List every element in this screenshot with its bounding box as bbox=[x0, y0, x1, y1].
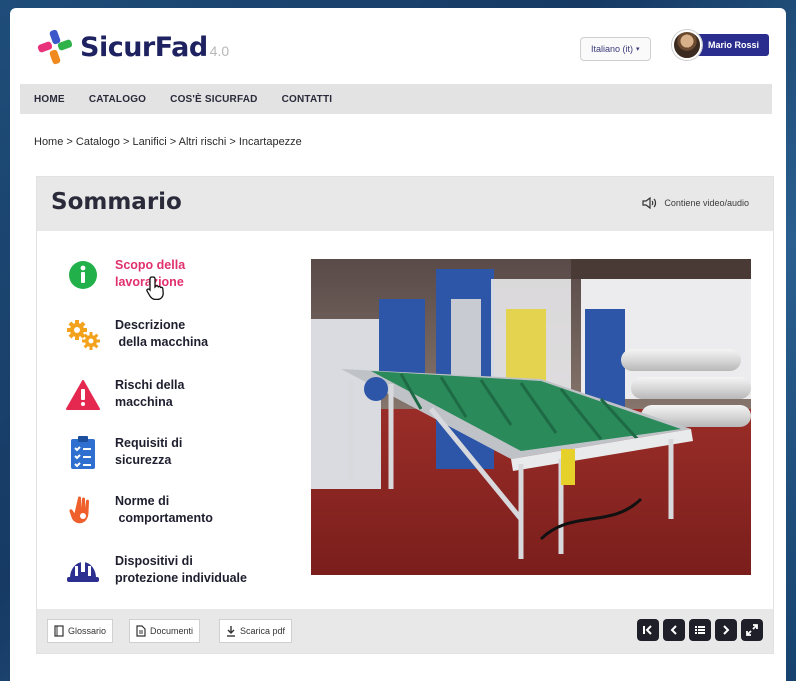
nav-item-contatti[interactable]: CONTATTI bbox=[282, 94, 333, 105]
menu-label-requisiti: Requisiti di sicurezza bbox=[115, 436, 183, 467]
documents-label: Documenti bbox=[150, 626, 194, 636]
menu-item-rischi[interactable]: Rischi della macchina bbox=[65, 377, 305, 427]
index-button[interactable] bbox=[689, 619, 711, 641]
panel-title: Sommario bbox=[51, 189, 182, 215]
menu-item-scopo[interactable]: Scopo della lavorazione bbox=[65, 257, 305, 307]
nav-item-catalogo[interactable]: CATALOGO bbox=[89, 94, 146, 105]
nav-item-cos-e-sicurfad[interactable]: COS'È SICURFAD bbox=[170, 94, 257, 105]
fullscreen-icon bbox=[746, 624, 758, 636]
top-bar: SicurFad 4.0 Italiano (it) ▾ Mario Rossi bbox=[10, 8, 786, 86]
menu-label-dpi: Dispositivi di protezione individuale bbox=[115, 554, 247, 585]
panel-header: Sommario Contiene video/audio bbox=[37, 177, 773, 231]
document-icon bbox=[136, 625, 146, 637]
list-icon bbox=[695, 626, 705, 634]
warning-icon bbox=[65, 377, 101, 413]
download-label: Scarica pdf bbox=[240, 626, 286, 636]
language-selector[interactable]: Italiano (it) ▾ bbox=[580, 37, 651, 61]
avatar bbox=[672, 30, 702, 60]
chevron-right-icon bbox=[723, 625, 730, 635]
machine-photo bbox=[311, 259, 751, 575]
navigation-controls bbox=[633, 619, 763, 641]
menu-label-norme: Norme di comportamento bbox=[115, 494, 213, 525]
download-pdf-button[interactable]: Scarica pdf bbox=[219, 619, 293, 643]
language-label: Italiano (it) bbox=[591, 44, 634, 54]
sicurfad-logo-icon bbox=[36, 28, 74, 66]
app-window: SicurFad 4.0 Italiano (it) ▾ Mario Rossi… bbox=[10, 8, 786, 681]
main-nav: HOME CATALOGO COS'È SICURFAD CONTATTI bbox=[20, 84, 772, 114]
chevron-left-icon bbox=[670, 625, 677, 635]
download-icon bbox=[227, 626, 235, 637]
next-button[interactable] bbox=[715, 619, 737, 641]
menu-label-descrizione: Descrizione della macchina bbox=[115, 318, 209, 349]
checklist-icon bbox=[65, 435, 101, 471]
panel-footer: Glossario Documenti Scarica pdf bbox=[37, 609, 773, 653]
user-menu[interactable]: Mario Rossi bbox=[672, 30, 770, 60]
book-icon bbox=[54, 625, 64, 637]
media-note: Contiene video/audio bbox=[642, 197, 749, 209]
hand-cursor-icon bbox=[145, 275, 169, 306]
first-page-icon bbox=[643, 625, 652, 635]
previous-button[interactable] bbox=[663, 619, 685, 641]
gears-icon bbox=[65, 317, 101, 353]
documents-button[interactable]: Documenti bbox=[129, 619, 201, 643]
breadcrumb[interactable]: Home > Catalogo > Lanifici > Altri risch… bbox=[34, 136, 302, 148]
logo-text: SicurFad bbox=[80, 31, 208, 63]
fullscreen-button[interactable] bbox=[741, 619, 763, 641]
helmet-icon bbox=[65, 553, 101, 589]
speaker-icon bbox=[642, 197, 657, 209]
nav-item-home[interactable]: HOME bbox=[34, 94, 65, 105]
menu-item-dpi[interactable]: Dispositivi di protezione individuale bbox=[65, 553, 305, 603]
user-name: Mario Rossi bbox=[694, 34, 770, 56]
summary-panel: Sommario Contiene video/audio Scopo dell… bbox=[36, 176, 774, 654]
logo-version: 4.0 bbox=[209, 43, 230, 59]
hand-icon bbox=[65, 493, 101, 529]
info-icon bbox=[65, 257, 101, 293]
media-note-label: Contiene video/audio bbox=[664, 198, 749, 208]
logo[interactable]: SicurFad 4.0 bbox=[36, 28, 229, 66]
glossary-label: Glossario bbox=[68, 626, 107, 636]
menu-item-requisiti[interactable]: Requisiti di sicurezza bbox=[65, 435, 305, 485]
glossary-button[interactable]: Glossario bbox=[47, 619, 114, 643]
menu-item-norme[interactable]: Norme di comportamento bbox=[65, 493, 305, 543]
chevron-down-icon: ▾ bbox=[636, 46, 640, 53]
first-page-button[interactable] bbox=[637, 619, 659, 641]
menu-label-rischi: Rischi della macchina bbox=[115, 378, 185, 409]
menu-item-descrizione[interactable]: Descrizione della macchina bbox=[65, 317, 305, 367]
